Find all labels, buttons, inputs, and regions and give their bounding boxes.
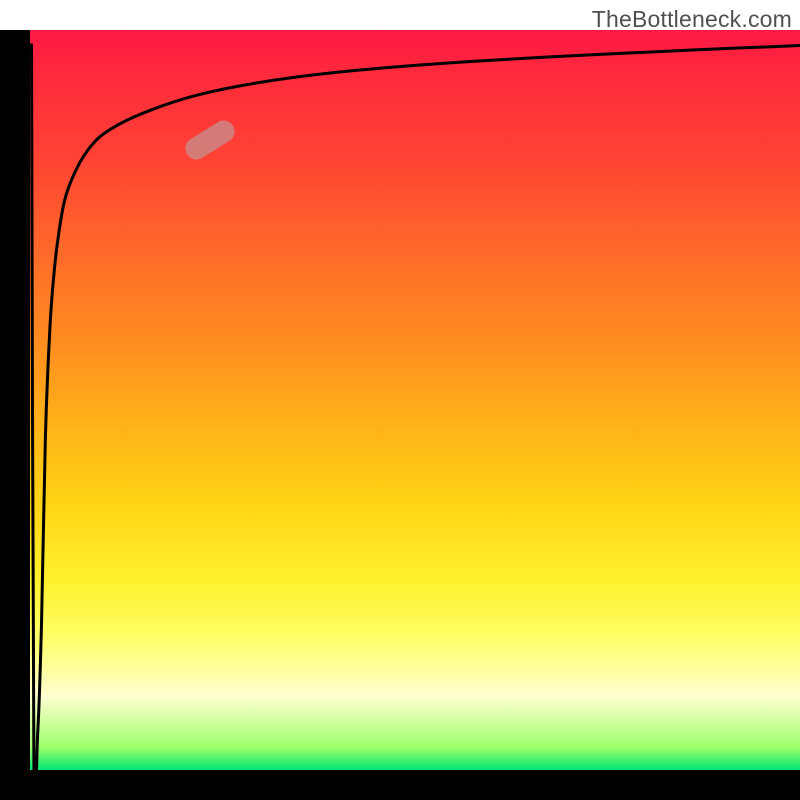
- highlight-marker: [181, 116, 238, 163]
- bottleneck-curve: [32, 45, 800, 800]
- y-axis-bar: [0, 30, 30, 770]
- x-axis-bar: [0, 770, 800, 800]
- curve-layer: [30, 30, 800, 770]
- watermark-text: TheBottleneck.com: [592, 6, 792, 33]
- chart-canvas: TheBottleneck.com: [0, 0, 800, 800]
